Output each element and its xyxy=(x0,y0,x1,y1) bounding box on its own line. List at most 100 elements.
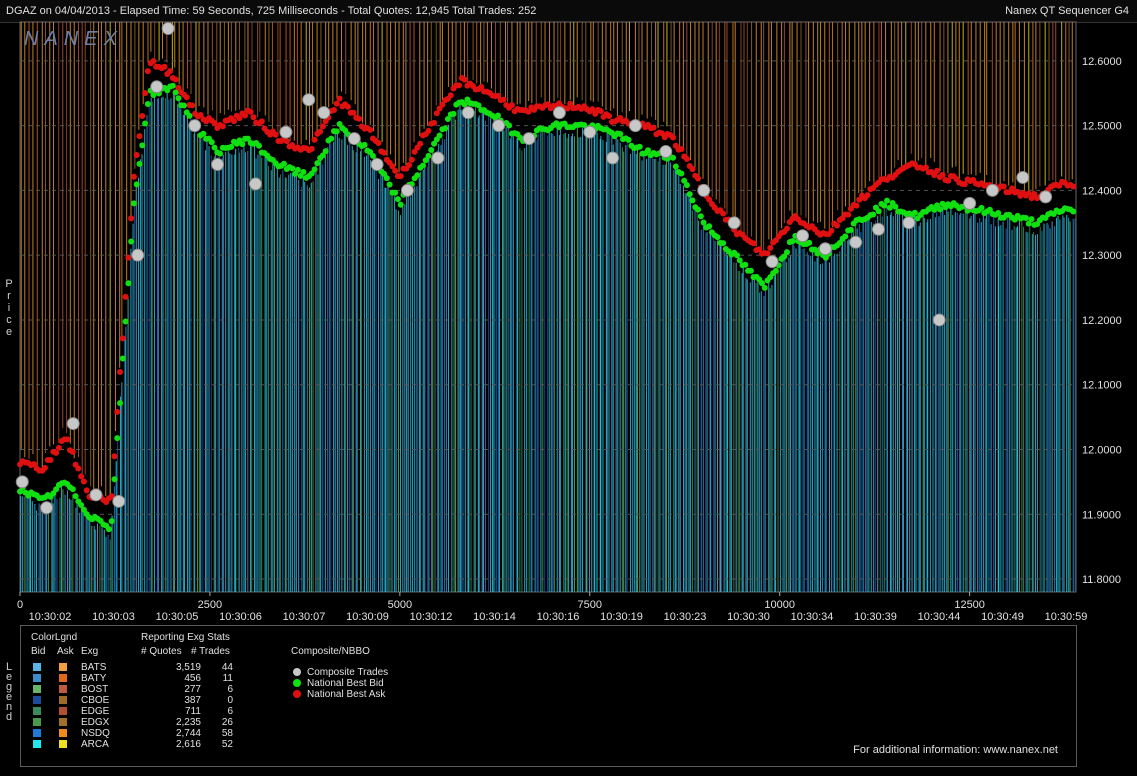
y-tick-label: 12.1000 xyxy=(1082,380,1122,392)
composite-trade-point xyxy=(302,93,316,107)
nbb-point xyxy=(392,189,399,196)
nbb-point xyxy=(239,141,246,148)
x-time-label: 10:30:49 xyxy=(981,611,1024,623)
nba-point xyxy=(333,100,340,107)
nbb-point xyxy=(117,400,124,407)
nba-point xyxy=(78,473,85,480)
composite-trade-point xyxy=(765,255,779,269)
nba-point xyxy=(47,456,54,463)
composite-trade-point xyxy=(150,80,164,94)
nba-point xyxy=(117,369,124,376)
nba-point xyxy=(55,444,62,451)
x-time-label: 10:30:09 xyxy=(346,611,389,623)
nba-point xyxy=(397,173,404,180)
nbb-point xyxy=(119,355,126,362)
nbb-point xyxy=(670,154,677,161)
composite-trade-point xyxy=(871,222,885,236)
bid-color-swatch xyxy=(33,740,41,748)
nba-point xyxy=(230,118,237,125)
composite-trade-point xyxy=(985,183,999,197)
nbb-point xyxy=(733,252,740,259)
nbb-point xyxy=(217,150,224,157)
composite-trade-point xyxy=(628,119,642,133)
ask-color-swatch xyxy=(59,696,67,704)
nba-point xyxy=(150,58,157,65)
composite-trade-point xyxy=(932,313,946,327)
nba-point xyxy=(64,436,71,443)
nbb-point xyxy=(144,100,151,107)
composite-trade-point xyxy=(66,417,80,431)
nbb-point xyxy=(783,249,790,256)
nbb-point xyxy=(742,261,749,268)
composite-trade-point xyxy=(902,216,916,230)
exchange-trades: 6 xyxy=(227,706,233,717)
nba-point xyxy=(122,293,129,300)
composite-legend-label: Composite Trades xyxy=(307,667,389,678)
price-chart: 11.8000 11.9000 12.0000 12.1000 12.2000 12.30… xyxy=(15,21,1122,623)
nbb-point xyxy=(311,166,318,173)
nbb-point xyxy=(169,82,176,89)
nba-point xyxy=(606,112,613,119)
nba-point xyxy=(250,114,257,121)
nba-point xyxy=(167,68,174,75)
nbb-point xyxy=(333,128,340,135)
nba-point xyxy=(392,167,399,174)
legend-color-title: ColorLgnd xyxy=(31,632,78,643)
nba-point xyxy=(130,173,137,180)
nba-point xyxy=(845,211,852,218)
nba-point xyxy=(161,63,168,70)
exchange-trades: 0 xyxy=(227,695,233,706)
bid-color-swatch xyxy=(33,696,41,704)
nbb-point xyxy=(1028,216,1035,223)
nba-point xyxy=(767,244,774,251)
nba-point xyxy=(678,146,685,153)
nba-point xyxy=(650,124,657,131)
bid-color-swatch xyxy=(33,674,41,682)
composite-trade-point xyxy=(431,151,445,165)
x-time-label: 10:30:03 xyxy=(92,611,135,623)
composite-legend-label: National Best Bid xyxy=(307,678,384,689)
y-tick-label: 11.9000 xyxy=(1082,509,1121,521)
x-time-label: 10:30:39 xyxy=(854,611,897,623)
nba-point xyxy=(319,123,326,130)
nbb-point xyxy=(806,239,813,246)
legend-side-label: Legend xyxy=(2,662,16,723)
nba-point xyxy=(750,240,757,247)
nba-point xyxy=(125,254,132,261)
composite-legend-dot xyxy=(293,668,301,676)
nbb-point xyxy=(645,147,652,154)
nbb-point xyxy=(128,238,135,245)
composite-trade-point xyxy=(131,248,145,262)
x-time-label: 10:30:12 xyxy=(410,611,453,623)
nbb-point xyxy=(130,200,137,207)
nba-point xyxy=(283,138,290,145)
x-time-label: 10:30:44 xyxy=(918,611,961,623)
nbb-point xyxy=(494,112,501,119)
nba-point xyxy=(317,128,324,135)
nba-point xyxy=(1000,183,1007,190)
nbb-point xyxy=(208,139,215,146)
nbb-point xyxy=(847,226,854,233)
nbb-point xyxy=(700,219,707,226)
nbb-point xyxy=(72,493,79,500)
x-time-label: 10:30:14 xyxy=(473,611,516,623)
exchange-trades: 11 xyxy=(222,673,233,684)
nbb-point xyxy=(875,208,882,215)
legendLabel-char: d xyxy=(5,711,13,723)
legend-stats-title: Reporting Exg Stats xyxy=(141,632,230,643)
nbb-point xyxy=(706,223,713,230)
composite-trade-point xyxy=(370,158,384,171)
composite-trade-point xyxy=(161,21,175,35)
nba-point xyxy=(83,487,90,494)
nbb-point xyxy=(361,141,368,148)
nba-point xyxy=(336,95,343,102)
y-tick-label: 12.4000 xyxy=(1082,185,1122,197)
composite-trade-point xyxy=(552,106,566,120)
nbb-point xyxy=(695,206,702,213)
x-time-label: 10:30:06 xyxy=(219,611,262,623)
nba-point xyxy=(689,166,696,173)
nba-point xyxy=(172,76,179,83)
nbb-point xyxy=(761,284,768,291)
info-link[interactable]: For additional information: www.nanex.ne… xyxy=(853,744,1058,756)
x-time-label: 10:30:16 xyxy=(537,611,580,623)
